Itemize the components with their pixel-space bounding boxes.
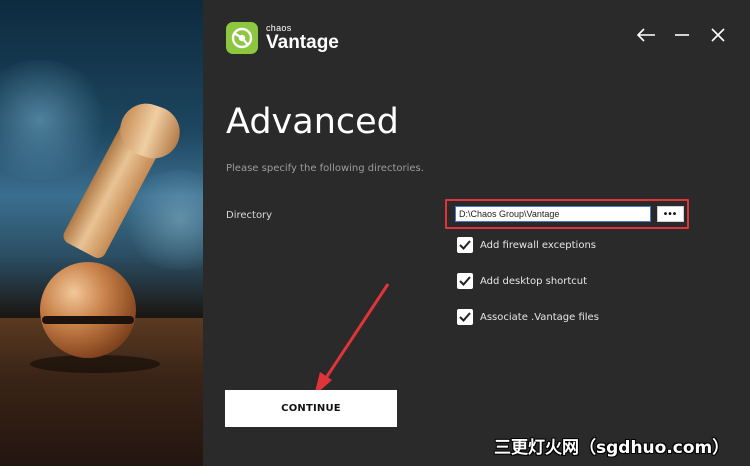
desktop-shortcut-checkbox[interactable]: [457, 273, 473, 289]
checkmark-icon: [459, 312, 471, 322]
hero-ball-stripe: [42, 316, 134, 324]
vantage-logo-icon: [226, 22, 258, 54]
hero-shadow: [30, 355, 160, 373]
continue-button[interactable]: CONTINUE: [225, 390, 397, 427]
desktop-shortcut-option-label: Add desktop shortcut: [480, 275, 588, 287]
window-controls: [628, 25, 736, 45]
checkmark-icon: [459, 276, 471, 286]
app-logo: chaos Vantage: [226, 22, 339, 54]
close-button[interactable]: [700, 25, 736, 45]
firewall-checkbox[interactable]: [457, 237, 473, 253]
minimize-button[interactable]: [664, 25, 700, 45]
page-title: Advanced: [226, 102, 399, 142]
associate-files-option[interactable]: Associate .Vantage files: [457, 309, 599, 325]
hero-image: [0, 0, 203, 466]
minimize-icon: [675, 34, 689, 36]
directory-input[interactable]: [455, 206, 651, 222]
brand-name: Vantage: [266, 32, 339, 53]
page-subtitle: Please specify the following directories…: [226, 163, 424, 174]
back-button[interactable]: [628, 25, 664, 45]
arrow-left-icon: [636, 28, 655, 42]
desktop-shortcut-option[interactable]: Add desktop shortcut: [457, 273, 587, 289]
watermark-text: 三更灯火网（sgdhuo.com）: [494, 438, 730, 458]
checkmark-icon: [459, 240, 471, 250]
firewall-option[interactable]: Add firewall exceptions: [457, 237, 596, 253]
hero-kendama-ball: [40, 262, 136, 358]
associate-files-option-label: Associate .Vantage files: [480, 311, 599, 323]
browse-button[interactable]: •••: [657, 206, 684, 222]
installer-window: chaos Vantage Advanced Please specify th…: [0, 0, 750, 466]
hero-bokeh-light: [0, 60, 110, 180]
directory-label: Directory: [226, 210, 273, 221]
close-icon: [711, 28, 725, 42]
annotation-arrow: [314, 283, 390, 396]
associate-files-checkbox[interactable]: [457, 309, 473, 325]
firewall-option-label: Add firewall exceptions: [480, 239, 597, 251]
